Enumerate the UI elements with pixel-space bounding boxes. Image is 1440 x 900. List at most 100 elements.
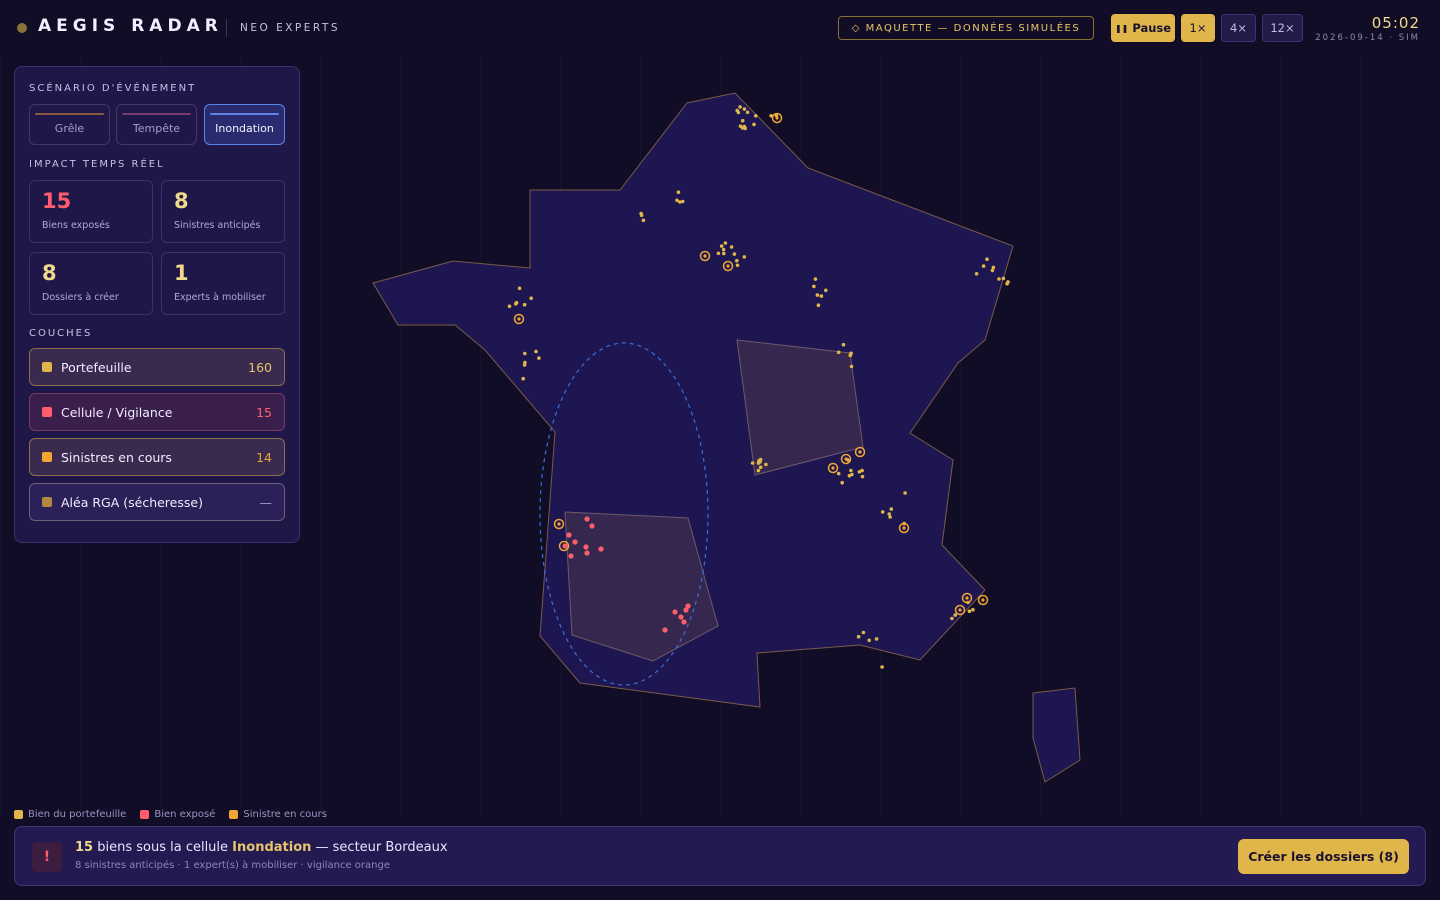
portfolio-asset-dot[interactable]: [836, 471, 841, 476]
scenario-inondation-button[interactable]: Inondation: [204, 104, 285, 145]
portfolio-asset-dot[interactable]: [815, 293, 820, 297]
portfolio-asset-dot[interactable]: [880, 510, 885, 514]
exposed-asset-dot[interactable]: [681, 619, 687, 625]
portfolio-asset-dot[interactable]: [680, 199, 685, 204]
portfolio-asset-dot[interactable]: [758, 465, 763, 470]
portfolio-asset-dot[interactable]: [738, 124, 743, 128]
portfolio-asset-dot[interactable]: [950, 616, 954, 621]
portfolio-asset-dot[interactable]: [903, 491, 907, 495]
portfolio-asset-dot[interactable]: [756, 468, 761, 473]
layer-toggle-vigilance-cell[interactable]: Cellule / Vigilance 15: [29, 393, 285, 431]
portfolio-asset-dot[interactable]: [514, 300, 519, 305]
portfolio-asset-dot[interactable]: [716, 251, 721, 256]
portfolio-asset-dot[interactable]: [849, 364, 854, 369]
exposed-asset-dot[interactable]: [583, 544, 589, 550]
portfolio-asset-dot[interactable]: [874, 637, 879, 641]
portfolio-asset-dot[interactable]: [735, 263, 740, 268]
portfolio-asset-dot[interactable]: [529, 296, 533, 301]
layer-toggle-rga-hazard[interactable]: Aléa RGA (sécheresse) —: [29, 483, 285, 521]
portfolio-asset-dot[interactable]: [537, 356, 541, 360]
portfolio-asset-dot[interactable]: [824, 288, 828, 293]
portfolio-asset-dot[interactable]: [750, 461, 755, 465]
portfolio-asset-dot[interactable]: [1001, 276, 1006, 281]
portfolio-asset-dot[interactable]: [719, 244, 724, 248]
portfolio-asset-dot[interactable]: [849, 351, 853, 356]
layer-toggle-ongoing-claims[interactable]: Sinistres en cours 14: [29, 438, 285, 476]
portfolio-asset-dot[interactable]: [676, 190, 681, 194]
portfolio-asset-dot[interactable]: [813, 277, 818, 281]
portfolio-asset-dot[interactable]: [849, 468, 853, 473]
portfolio-asset-dot[interactable]: [534, 349, 538, 354]
exposed-asset-dot[interactable]: [678, 614, 684, 620]
scenario-tempete-button[interactable]: Tempête: [116, 104, 197, 145]
portfolio-asset-dot[interactable]: [517, 286, 522, 291]
portfolio-asset-dot[interactable]: [740, 118, 745, 123]
portfolio-asset-dot[interactable]: [816, 303, 821, 308]
portfolio-asset-dot[interactable]: [860, 474, 865, 479]
portfolio-asset-dot[interactable]: [857, 470, 862, 474]
speed-1x-button[interactable]: 1×: [1181, 14, 1215, 42]
scenario-grele-button[interactable]: Grêle: [29, 104, 110, 145]
exposed-asset-dot[interactable]: [589, 523, 595, 529]
layer-toggle-portfolio[interactable]: Portefeuille 160: [29, 348, 285, 386]
portfolio-asset-dot[interactable]: [867, 638, 871, 643]
portfolio-asset-dot[interactable]: [738, 105, 742, 109]
portfolio-asset-dot[interactable]: [764, 462, 768, 467]
portfolio-asset-dot[interactable]: [887, 512, 891, 516]
exposed-asset-dot[interactable]: [662, 627, 668, 633]
portfolio-asset-dot[interactable]: [507, 304, 512, 309]
portfolio-asset-dot[interactable]: [974, 272, 979, 276]
portfolio-asset-dot[interactable]: [745, 110, 750, 115]
portfolio-asset-dot[interactable]: [522, 302, 527, 307]
portfolio-asset-dot[interactable]: [639, 211, 643, 216]
portfolio-asset-dot[interactable]: [756, 461, 761, 465]
portfolio-asset-dot[interactable]: [521, 376, 525, 381]
portfolio-asset-dot[interactable]: [732, 252, 737, 256]
exposed-asset-dot[interactable]: [584, 516, 590, 522]
portfolio-asset-dot[interactable]: [721, 247, 726, 252]
portfolio-asset-dot[interactable]: [841, 342, 846, 347]
exposed-asset-dot[interactable]: [584, 550, 590, 556]
portfolio-asset-dot[interactable]: [997, 277, 1001, 281]
portfolio-asset-dot[interactable]: [967, 609, 972, 613]
portfolio-asset-dot[interactable]: [856, 634, 861, 639]
exposed-asset-dot[interactable]: [672, 609, 678, 615]
portfolio-asset-dot[interactable]: [861, 630, 866, 635]
speed-4x-button[interactable]: 4×: [1221, 14, 1256, 42]
portfolio-asset-dot[interactable]: [836, 350, 841, 355]
exposed-asset-dot[interactable]: [598, 546, 604, 552]
portfolio-asset-dot[interactable]: [742, 255, 747, 259]
portfolio-asset-dot[interactable]: [641, 218, 646, 223]
portfolio-asset-dot[interactable]: [981, 264, 986, 268]
portfolio-asset-dot[interactable]: [743, 126, 747, 131]
portfolio-asset-dot[interactable]: [880, 665, 884, 669]
exposed-asset-dot[interactable]: [566, 532, 572, 538]
portfolio-asset-dot[interactable]: [522, 363, 527, 367]
portfolio-asset-dot[interactable]: [990, 268, 995, 273]
portfolio-asset-dot[interactable]: [812, 284, 816, 289]
portfolio-asset-dot[interactable]: [523, 351, 527, 356]
exposed-asset-dot[interactable]: [683, 607, 689, 613]
portfolio-asset-dot[interactable]: [752, 122, 756, 127]
exposed-asset-dot[interactable]: [568, 553, 574, 559]
speed-12x-button[interactable]: 12×: [1262, 14, 1303, 42]
portfolio-asset-dot[interactable]: [675, 198, 679, 203]
portfolio-asset-dot[interactable]: [1006, 280, 1010, 284]
portfolio-asset-dot[interactable]: [722, 251, 726, 256]
portfolio-asset-dot[interactable]: [971, 607, 975, 612]
exposed-asset-dot[interactable]: [562, 543, 568, 549]
portfolio-asset-dot[interactable]: [850, 472, 854, 477]
portfolio-asset-dot[interactable]: [754, 114, 758, 118]
portfolio-asset-dot[interactable]: [729, 245, 734, 249]
pause-button[interactable]: ❚❚ Pause: [1111, 14, 1175, 42]
portfolio-asset-dot[interactable]: [742, 107, 747, 111]
exposed-asset-dot[interactable]: [572, 539, 578, 545]
portfolio-asset-dot[interactable]: [819, 294, 824, 298]
portfolio-asset-dot[interactable]: [985, 257, 989, 262]
portfolio-asset-dot[interactable]: [840, 480, 844, 485]
portfolio-asset-dot[interactable]: [889, 507, 894, 511]
portfolio-asset-dot[interactable]: [723, 241, 728, 245]
create-files-button[interactable]: Créer les dossiers (8): [1238, 839, 1409, 874]
portfolio-asset-dot[interactable]: [736, 110, 741, 115]
portfolio-asset-dot[interactable]: [735, 258, 739, 263]
